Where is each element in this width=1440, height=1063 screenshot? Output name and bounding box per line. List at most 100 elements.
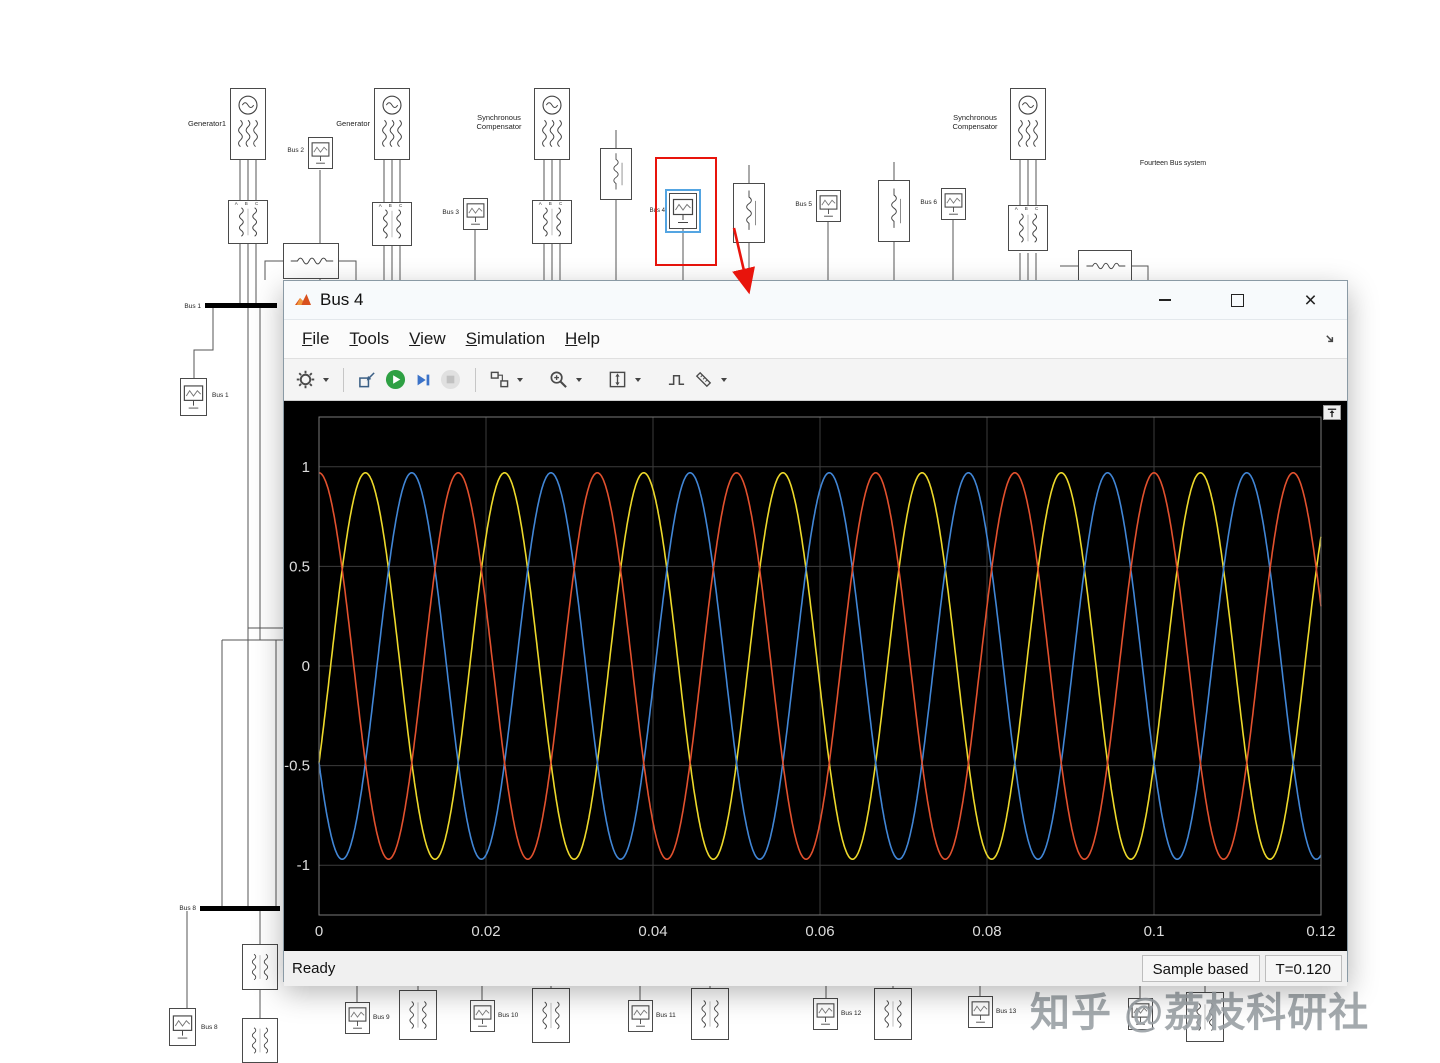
maximize-icon — [1231, 293, 1244, 307]
bus1-scope-label: Bus 1 — [212, 392, 229, 399]
bus1-bar[interactable] — [205, 303, 277, 308]
bus4-label: Bus 4 — [649, 208, 665, 214]
scope-block-bus1[interactable] — [180, 378, 207, 416]
svg-text:0.5: 0.5 — [289, 558, 310, 575]
bus3-label: Bus 3 — [442, 209, 459, 216]
scope-block-bus3[interactable] — [463, 198, 488, 230]
maximize-button[interactable] — [1201, 281, 1274, 319]
transformer-block[interactable]: A B C — [372, 202, 412, 246]
generator1-block[interactable] — [230, 88, 266, 160]
transformer-block[interactable]: A B C — [532, 200, 572, 244]
bus8-scope-label: Bus 8 — [201, 1024, 218, 1031]
transformer-block[interactable] — [874, 988, 912, 1040]
close-button[interactable]: × — [1274, 281, 1347, 319]
status-sim-time: T=0.120 — [1264, 955, 1342, 982]
svg-text:1: 1 — [302, 459, 310, 476]
transformer-ports: A B C — [234, 201, 262, 206]
step-forward-button[interactable] — [412, 366, 434, 394]
fit-view-dropdown-caret[interactable] — [635, 377, 641, 382]
menu-bar: File Tools View Simulation Help — [284, 320, 1347, 359]
menu-view[interactable]: View — [399, 329, 456, 349]
bus1-bar-label: Bus 1 — [184, 303, 201, 310]
line-impedance-block[interactable] — [733, 183, 765, 243]
transformer-block[interactable] — [242, 1018, 278, 1063]
run-button[interactable] — [383, 366, 408, 394]
scope-block-bus6[interactable] — [941, 188, 966, 220]
transformer-block[interactable]: A B C — [1008, 205, 1048, 251]
bus8-bar-label: Bus 8 — [179, 905, 196, 912]
zoom-dropdown-caret[interactable] — [576, 377, 582, 382]
measurements-button[interactable] — [692, 366, 715, 394]
svg-text:0.08: 0.08 — [972, 923, 1001, 940]
layout-button[interactable] — [488, 366, 511, 394]
generator-block[interactable] — [374, 88, 410, 160]
scope-block-bus2[interactable] — [308, 137, 333, 169]
zoom-button[interactable] — [547, 366, 570, 394]
toolbar-separator — [475, 367, 476, 392]
scope-toolbar — [284, 359, 1347, 401]
svg-text:0.02: 0.02 — [471, 923, 500, 940]
window-title: Bus 4 — [320, 290, 364, 309]
minimize-button[interactable] — [1128, 281, 1201, 319]
sync-compensator1-label: Synchronous Compensator — [476, 113, 522, 131]
sync-compensator1-block[interactable] — [534, 88, 570, 160]
bus13-label: Bus 13 — [996, 1008, 1017, 1015]
scope-block-bus11[interactable] — [628, 1000, 653, 1032]
plot-area: 0 0.02 0.04 0.06 0.08 0.1 0.12 1 0.5 0 -0.5 -1 — [284, 401, 1347, 951]
bus10-label: Bus 10 — [498, 1012, 519, 1019]
step-forward-icon — [417, 374, 430, 385]
transformer-block[interactable] — [691, 988, 729, 1040]
watermark: 知乎 @荔枝科研社 — [1030, 991, 1370, 1035]
stop-button[interactable] — [438, 366, 463, 394]
bus12-label: Bus 12 — [841, 1010, 862, 1017]
trigger-icon — [668, 374, 685, 386]
svg-text:0.04: 0.04 — [638, 923, 667, 940]
line-block[interactable] — [283, 243, 339, 279]
svg-text:0.1: 0.1 — [1144, 923, 1165, 940]
menu-tools[interactable]: Tools — [339, 329, 399, 349]
settings-button[interactable] — [294, 366, 317, 394]
menu-file[interactable]: File — [292, 329, 339, 349]
stop-icon — [440, 369, 461, 390]
svg-text:-0.5: -0.5 — [284, 758, 310, 775]
minimize-icon — [1158, 299, 1171, 301]
highlight-block-button[interactable] — [356, 366, 379, 394]
scope-block-bus12[interactable] — [813, 998, 838, 1030]
status-bar: Ready Sample based T=0.120 — [284, 951, 1347, 986]
trigger-button[interactable] — [665, 366, 688, 394]
title-bar[interactable]: Bus 4 × — [284, 281, 1347, 320]
sync-compensator2-block[interactable] — [1010, 88, 1046, 160]
scope-block-bus10[interactable] — [470, 1000, 495, 1032]
dock-icon[interactable] — [1324, 333, 1337, 346]
svg-text:0: 0 — [315, 923, 323, 940]
transformer-block[interactable]: A B C — [228, 200, 268, 244]
zoom-icon — [550, 371, 567, 388]
menu-simulation[interactable]: Simulation — [456, 329, 555, 349]
scope-block-bus13[interactable] — [968, 996, 993, 1028]
scope-block-bus8[interactable] — [169, 1008, 196, 1046]
expand-plot-button[interactable] — [1323, 405, 1341, 420]
bus2-label: Bus 2 — [287, 147, 304, 154]
scope-block-bus9[interactable] — [345, 1002, 370, 1034]
transformer-block[interactable] — [532, 988, 570, 1043]
transformer-ports: A B C — [538, 201, 566, 206]
measurements-dropdown-caret[interactable] — [721, 377, 727, 382]
fit-view-icon — [609, 371, 626, 388]
scope-plot-canvas: 0 0.02 0.04 0.06 0.08 0.1 0.12 1 0.5 0 -0.5 -1 — [284, 416, 1336, 940]
svg-text:0: 0 — [302, 658, 310, 675]
line-block[interactable] — [1078, 250, 1132, 282]
menu-help[interactable]: Help — [555, 329, 610, 349]
scope-block-bus5[interactable] — [816, 190, 841, 222]
line-impedance-block[interactable] — [600, 148, 632, 200]
layout-icon — [490, 371, 509, 388]
layout-dropdown-caret[interactable] — [517, 377, 523, 382]
transformer-block[interactable] — [242, 944, 278, 990]
fit-view-button[interactable] — [606, 366, 629, 394]
scope-block-bus4[interactable] — [665, 189, 701, 233]
settings-dropdown-caret[interactable] — [323, 377, 329, 382]
gear-icon — [296, 370, 315, 389]
bus8-bar[interactable] — [200, 906, 280, 911]
status-ready: Ready — [292, 960, 336, 977]
line-impedance-block[interactable] — [878, 180, 910, 242]
svg-text:-1: -1 — [297, 857, 310, 874]
